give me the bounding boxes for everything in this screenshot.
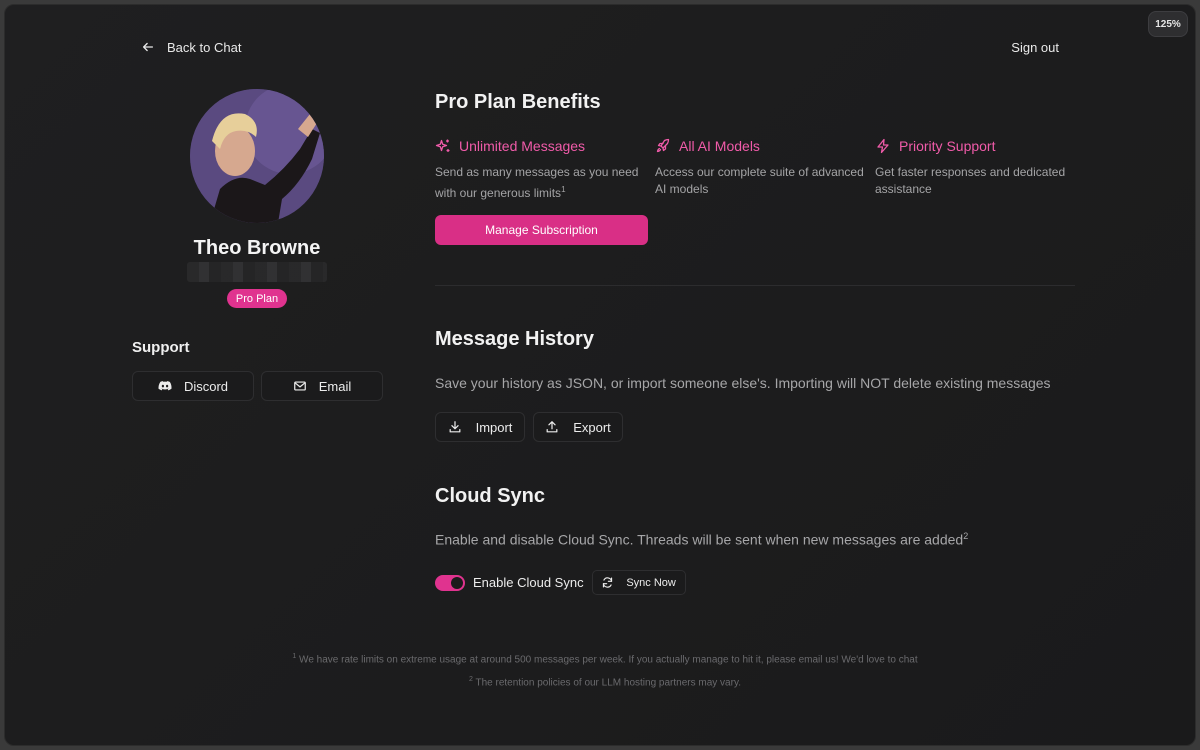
mail-icon — [293, 381, 306, 391]
sign-out-button[interactable]: Sign out — [1011, 40, 1059, 55]
avatar — [190, 89, 324, 223]
benefit-title: Priority Support — [899, 138, 996, 154]
zoom-level-badge[interactable]: 125% — [1148, 11, 1188, 37]
back-to-chat-link[interactable]: Back to Chat — [141, 40, 241, 55]
user-name: Theo Browne — [193, 237, 321, 259]
cloud-sync-toggle[interactable] — [435, 574, 465, 591]
sparkles-icon — [435, 139, 450, 152]
toggle-knob — [451, 576, 463, 589]
email-button[interactable]: Email — [261, 371, 383, 401]
redacted-email — [187, 262, 327, 282]
benefit-item: Priority Support Get faster responses an… — [875, 136, 1095, 202]
cloud-sync-desc: Enable and disable Cloud Sync. Threads w… — [435, 531, 964, 548]
footnote-1: 1 We have rate limits on extreme usage a… — [135, 647, 1075, 670]
benefit-desc: Get faster responses and dedicated assis… — [875, 165, 1066, 196]
lightning-icon — [877, 138, 889, 154]
plan-badge: Pro Plan — [227, 289, 287, 308]
refresh-icon — [603, 577, 613, 588]
benefit-title: All AI Models — [679, 138, 760, 154]
import-label: Import — [475, 419, 513, 435]
message-history-title: Message History — [435, 328, 594, 350]
benefits-title: Pro Plan Benefits — [435, 91, 601, 113]
benefit-title: Unlimited Messages — [459, 138, 586, 154]
discord-button[interactable]: Discord — [132, 371, 254, 401]
discord-icon — [158, 381, 172, 391]
rocket-icon — [656, 138, 670, 153]
app-window: 125% Back to Chat Sign out Theo Browne P… — [4, 4, 1196, 746]
import-button[interactable]: Import — [435, 412, 525, 442]
email-label: Email — [318, 378, 352, 394]
support-title: Support — [132, 339, 190, 356]
benefit-desc: Access our complete suite of advanced AI… — [655, 165, 864, 196]
benefits-list: Unlimited Messages Send as many messages… — [435, 136, 1095, 202]
benefit-desc: Send as many messages as you need with o… — [435, 165, 639, 200]
footnote-2-text: The retention policies of our LLM hostin… — [472, 677, 741, 689]
cloud-sync-title: Cloud Sync — [435, 485, 546, 507]
history-buttons: Import Export — [435, 412, 623, 442]
footnotes: 1 We have rate limits on extreme usage a… — [135, 647, 1075, 694]
benefit-item: All AI Models Access our complete suite … — [655, 136, 875, 202]
footnote-1-text: We have rate limits on extreme usage at … — [296, 654, 918, 666]
back-to-chat-label: Back to Chat — [167, 39, 242, 55]
support-buttons: Discord Email — [132, 371, 383, 401]
message-history-desc: Save your history as JSON, or import som… — [435, 375, 1051, 391]
manage-subscription-button[interactable]: Manage Subscription — [435, 215, 648, 245]
profile-photo — [190, 89, 324, 223]
footnote-ref: 1 — [561, 185, 566, 194]
benefit-item: Unlimited Messages Send as many messages… — [435, 136, 655, 202]
export-button[interactable]: Export — [533, 412, 623, 442]
download-icon — [449, 421, 461, 433]
arrow-left-icon — [142, 42, 154, 52]
footnote-2: 2 The retention policies of our LLM host… — [135, 670, 1075, 693]
sync-now-button[interactable]: Sync Now — [591, 570, 686, 595]
upload-icon — [546, 421, 558, 433]
footnote-ref: 2 — [963, 531, 969, 541]
cloud-sync-controls: Enable Cloud Sync Sync Now — [435, 570, 686, 595]
discord-label: Discord — [183, 378, 229, 394]
benefits-section: Pro Plan Benefits — [435, 91, 1075, 114]
export-label: Export — [573, 419, 611, 435]
cloud-sync-toggle-label[interactable]: Enable Cloud Sync — [473, 575, 584, 590]
top-bar: Back to Chat Sign out — [141, 35, 1059, 59]
section-divider — [435, 285, 1075, 286]
sync-now-label: Sync Now — [626, 576, 676, 589]
